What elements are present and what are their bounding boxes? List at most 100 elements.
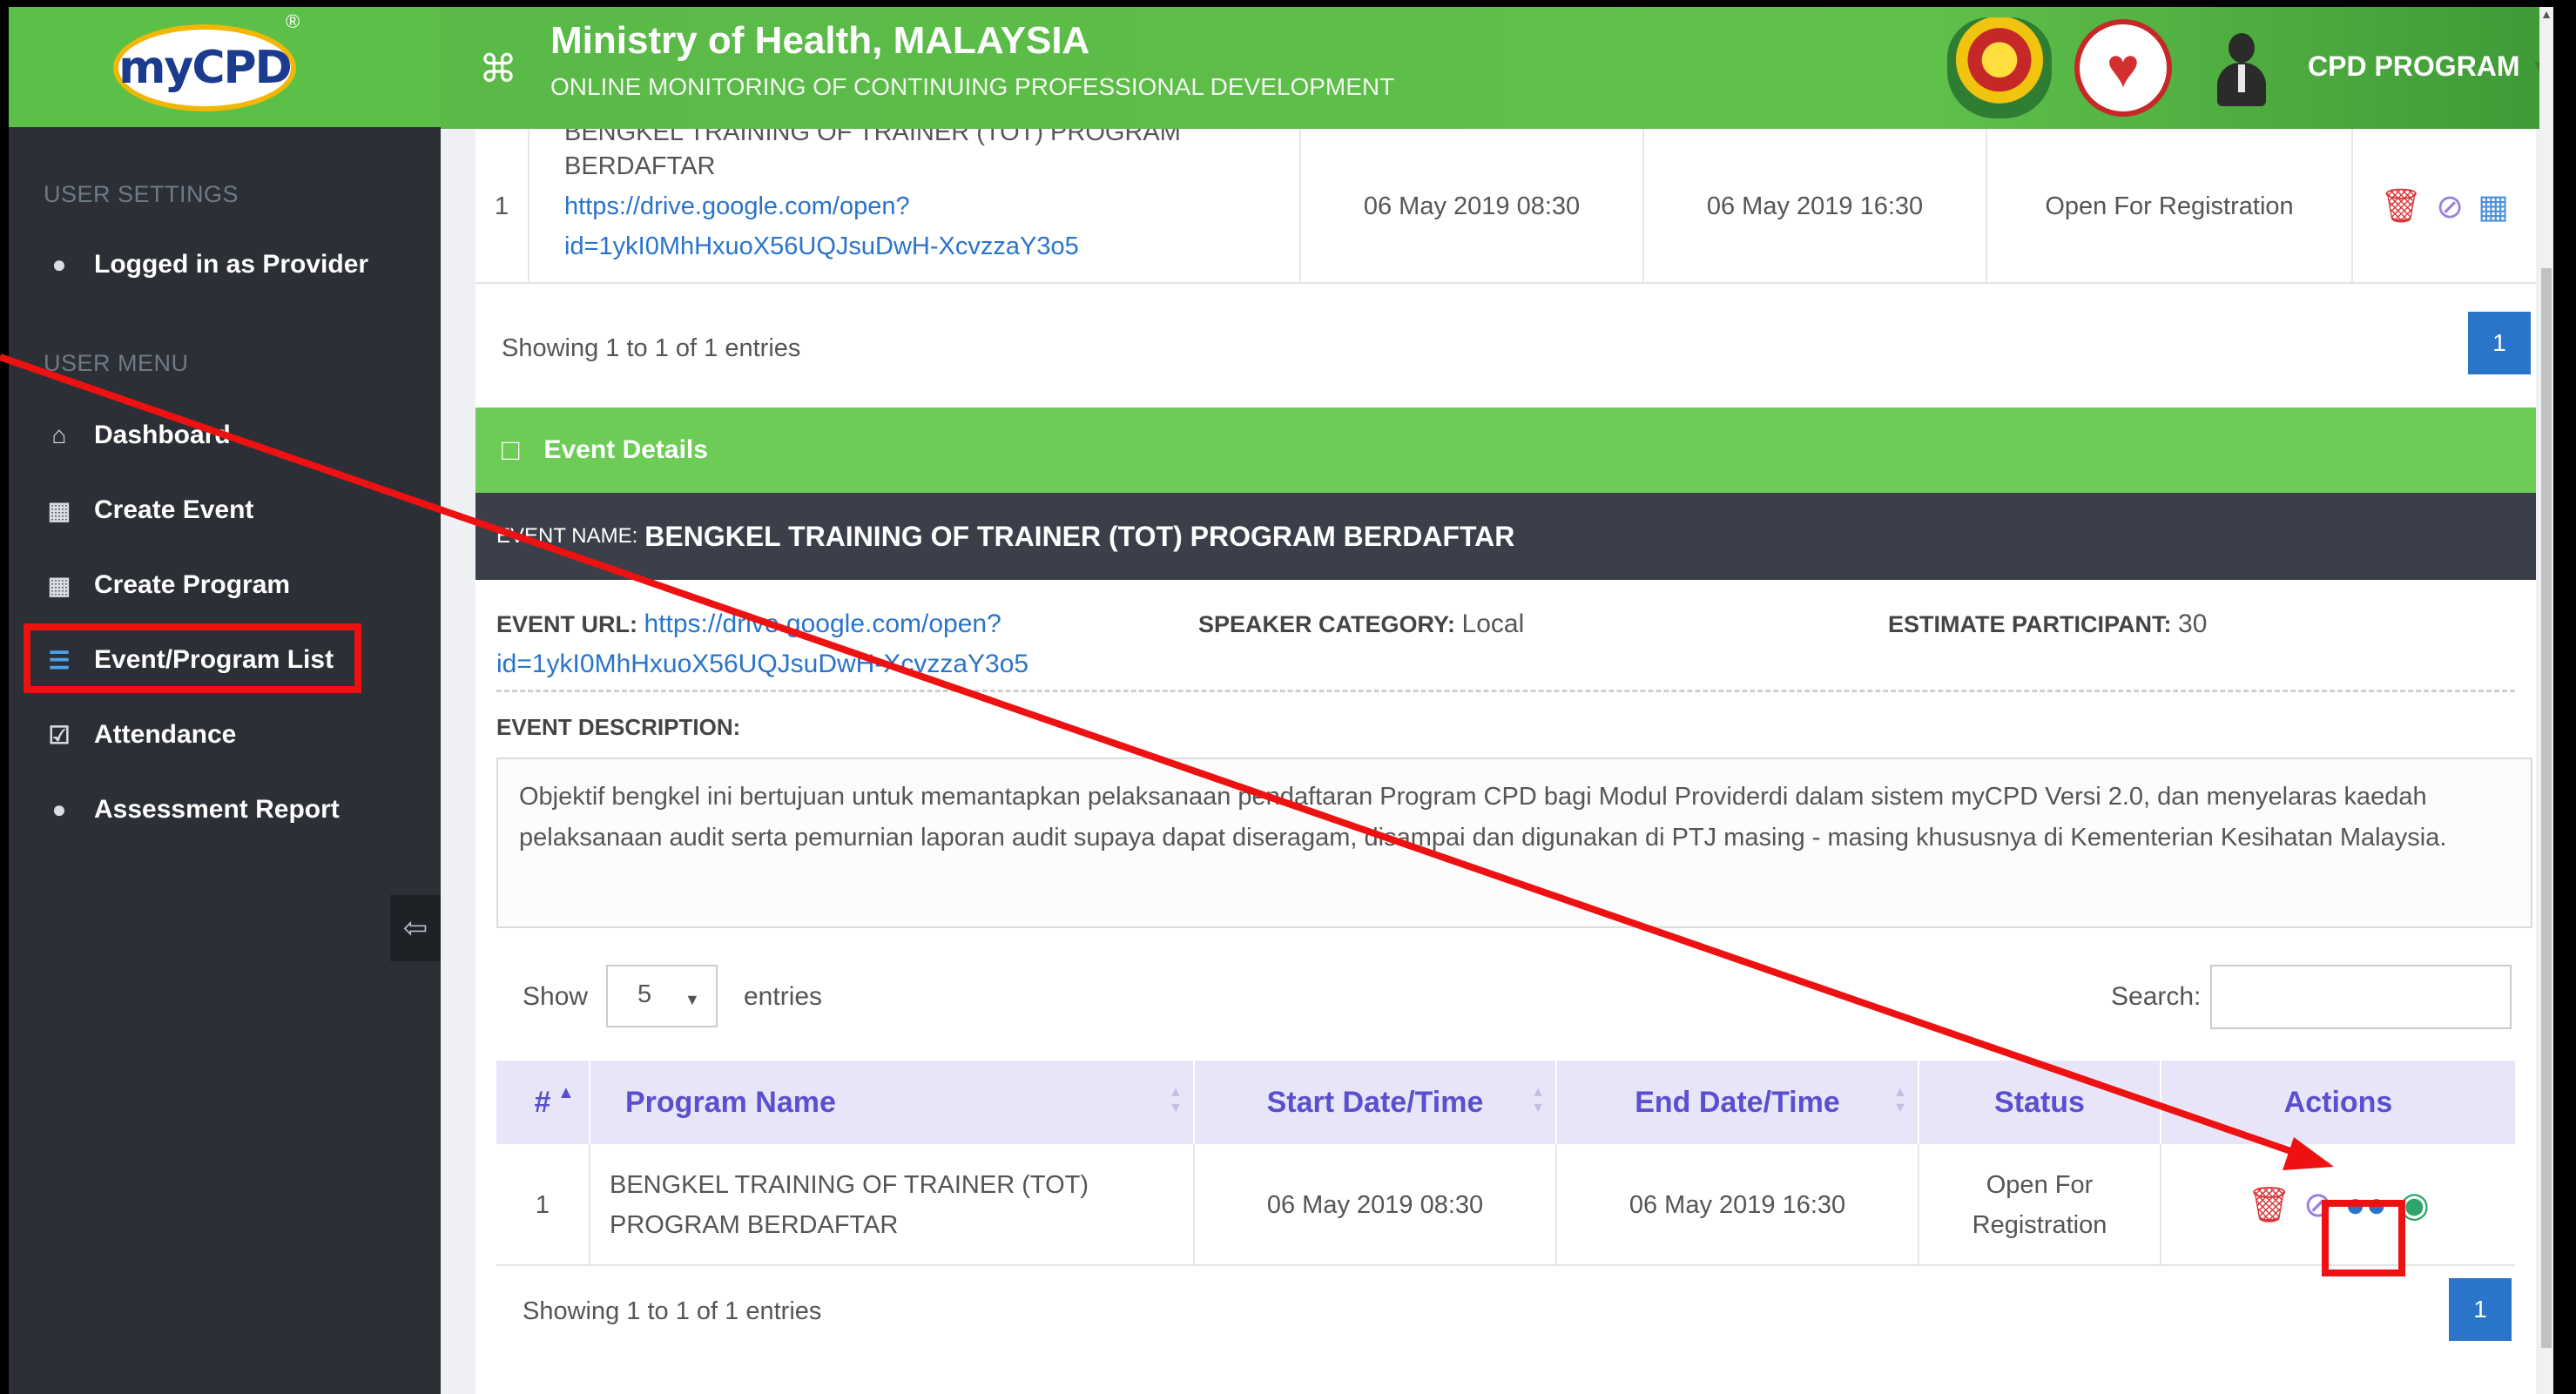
scroll-up-icon[interactable]: ▲ xyxy=(2539,7,2553,21)
calendar-icon: ▦ xyxy=(47,496,71,524)
top-header: ⌘ Ministry of Health, MALAYSIA ONLINE MO… xyxy=(441,7,2553,129)
status-cell: Open For Registration xyxy=(1919,1144,2161,1266)
sort-asc-icon: ▲ xyxy=(557,1083,575,1102)
logo-text: myCPD xyxy=(118,42,293,94)
sidebar-item-label: Assessment Report xyxy=(94,795,340,824)
event-name-label: EVENT NAME: xyxy=(496,524,638,548)
actions-cell: 🗑 ⊘ ▦ xyxy=(2353,129,2536,284)
user-settings-heading: USER SETTINGS xyxy=(44,181,239,207)
sidebar: myCPD ® USER SETTINGS ● Logged in as Pro… xyxy=(9,7,441,1394)
pagination-page-1[interactable]: 1 xyxy=(2468,312,2531,374)
main-content: 1 BENGKEL TRAINING OF TRAINER (TOT) PROG… xyxy=(441,129,2553,1394)
search-input[interactable] xyxy=(2210,965,2512,1029)
event-description: Objektif bengkel ini bertujuan untuk mem… xyxy=(496,758,2532,928)
table-info: Showing 1 to 1 of 1 entries xyxy=(502,334,801,362)
speaker-category-value: Local xyxy=(1461,609,1525,638)
col-header-number[interactable]: # ▲ xyxy=(496,1061,590,1144)
ministry-title: Ministry of Health, MALAYSIA xyxy=(550,19,1090,62)
scrollbar-thumb[interactable] xyxy=(2541,268,2552,1348)
sidebar-item-label: Attendance xyxy=(94,720,237,749)
user-menu-button[interactable]: CPD PROGRAM xyxy=(2308,51,2520,83)
col-header-status[interactable]: Status xyxy=(1919,1061,2161,1144)
show-label: Show xyxy=(523,982,589,1011)
calendar-icon: □ xyxy=(502,433,520,467)
col-header-end[interactable]: End Date/Time ▲ ▼ xyxy=(1557,1061,1919,1144)
speaker-category-field: SPEAKER CATEGORY: Local xyxy=(1198,609,1524,639)
divider xyxy=(496,690,2515,692)
user-avatar-icon[interactable] xyxy=(2217,33,2266,106)
menu-toggle-icon[interactable]: ⌘ xyxy=(479,47,517,91)
pagination-page-1[interactable]: 1 xyxy=(2449,1278,2512,1341)
start-date-cell: 06 May 2019 08:30 xyxy=(1195,1144,1557,1266)
user-icon: ● xyxy=(51,796,67,823)
registered-mark: ® xyxy=(286,10,300,32)
event-name-cell: BENGKEL TRAINING OF TRAINER (TOT) PROGRA… xyxy=(529,129,1301,284)
row-number: 1 xyxy=(496,1144,590,1266)
event-name-value: BENGKEL TRAINING OF TRAINER (TOT) PROGRA… xyxy=(644,520,1515,552)
sidebar-item-label: Create Program xyxy=(94,570,291,599)
estimate-participant-field: ESTIMATE PARTICIPANT: 30 xyxy=(1888,609,2207,639)
event-url-link[interactable]: https://drive.google.com/open? id=1ykI0Mh… xyxy=(564,192,1079,260)
col-header-actions: Actions xyxy=(2283,1085,2393,1119)
event-name-bar: EVENT NAME: BENGKEL TRAINING OF TRAINER … xyxy=(475,493,2536,580)
search-label: Search: xyxy=(2111,982,2202,1011)
col-header-start[interactable]: Start Date/Time ▲ ▼ xyxy=(1195,1061,1557,1144)
estimate-participant-value: 30 xyxy=(2178,609,2208,638)
sort-icon: ▲ ▼ xyxy=(1169,1085,1183,1115)
table-row: 1 BENGKEL TRAINING OF TRAINER (TOT) PROGR… xyxy=(496,1144,2515,1266)
estimate-participant-label: ESTIMATE PARTICIPANT: xyxy=(1888,611,2172,637)
user-icon: ● xyxy=(51,251,67,278)
sort-icon: ▲ ▼ xyxy=(1531,1085,1545,1115)
system-subtitle: ONLINE MONITORING OF CONTINUING PROFESSI… xyxy=(550,73,1395,100)
heart-logo-icon: ♥ xyxy=(2074,19,2172,117)
entries-length-select[interactable]: 5 xyxy=(606,965,718,1027)
sidebar-item-create-program[interactable]: ▦ Create Program xyxy=(44,559,290,611)
home-icon: ⌂ xyxy=(51,421,67,448)
end-date-cell: 06 May 2019 16:30 xyxy=(1644,129,1987,284)
app-window: myCPD ® USER SETTINGS ● Logged in as Pro… xyxy=(9,7,2553,1394)
event-details-header: □ Event Details xyxy=(475,407,2536,493)
user-menu-heading: USER MENU xyxy=(44,350,189,376)
sidebar-item-label: Create Event xyxy=(94,495,254,524)
annotation-highlight-action xyxy=(2322,1200,2405,1276)
sidebar-item-assessment-report[interactable]: ● Assessment Report xyxy=(44,784,340,836)
sidebar-collapse-button[interactable]: ⇦ xyxy=(390,895,441,961)
status-cell: Open For Registration xyxy=(1987,129,2353,284)
sidebar-item-logged-in[interactable]: ● Logged in as Provider xyxy=(44,239,369,291)
entries-label: entries xyxy=(744,982,823,1011)
table-row: 1 BENGKEL TRAINING OF TRAINER (TOT) PROG… xyxy=(475,129,2536,284)
sidebar-item-label: Logged in as Provider xyxy=(94,250,369,279)
logo-area: myCPD ® xyxy=(9,7,441,127)
delete-icon[interactable]: 🗑 xyxy=(2380,187,2422,226)
sort-icon: ▲ ▼ xyxy=(1893,1085,1907,1115)
event-url-field: EVENT URL: https://drive.google.com/open… xyxy=(496,604,1054,684)
start-date-cell: 06 May 2019 08:30 xyxy=(1301,129,1644,284)
event-description-label: EVENT DESCRIPTION: xyxy=(496,714,741,740)
mycpd-logo[interactable]: myCPD xyxy=(113,24,296,111)
end-date-cell: 06 May 2019 16:30 xyxy=(1557,1144,1919,1266)
calendar-icon: ▦ xyxy=(47,571,71,599)
content-panel: 1 BENGKEL TRAINING OF TRAINER (TOT) PROG… xyxy=(475,129,2536,1394)
sidebar-item-create-event[interactable]: ▦ Create Event xyxy=(44,484,254,536)
sidebar-item-label: Dashboard xyxy=(94,421,231,449)
event-name-cut: BENGKEL TRAINING OF TRAINER (TOT) PROGRA… xyxy=(564,129,1181,146)
calendar-icon[interactable]: ▦ xyxy=(2478,187,2509,226)
event-details-title: Event Details xyxy=(543,435,708,464)
annotation-highlight-menu xyxy=(24,623,361,693)
table-header: # ▲ Program Name ▲ ▼ Start Date/Time ▲ ▼ E… xyxy=(496,1061,2515,1144)
collapse-arrow-icon: ⇦ xyxy=(402,912,428,945)
speaker-category-label: SPEAKER CATEGORY: xyxy=(1198,611,1456,637)
event-url-label: EVENT URL: xyxy=(496,611,637,637)
ban-icon[interactable]: ⊘ xyxy=(2436,187,2464,226)
checkbox-icon: ☑ xyxy=(48,721,71,749)
event-name-end: BERDAFTAR xyxy=(564,152,716,180)
chevron-down-icon: ▼ xyxy=(684,991,700,1008)
sidebar-item-dashboard[interactable]: ⌂ Dashboard xyxy=(44,409,231,461)
row-number: 1 xyxy=(475,129,529,284)
col-header-program-name[interactable]: Program Name ▲ ▼ xyxy=(590,1061,1195,1144)
sidebar-item-attendance[interactable]: ☑ Attendance xyxy=(44,709,236,761)
malaysia-crest-icon xyxy=(1947,17,2052,118)
table-info: Showing 1 to 1 of 1 entries xyxy=(523,1297,822,1325)
delete-icon[interactable]: 🗑 xyxy=(2247,1185,2291,1225)
program-name-cell: BENGKEL TRAINING OF TRAINER (TOT) PROGRAM… xyxy=(590,1144,1195,1266)
